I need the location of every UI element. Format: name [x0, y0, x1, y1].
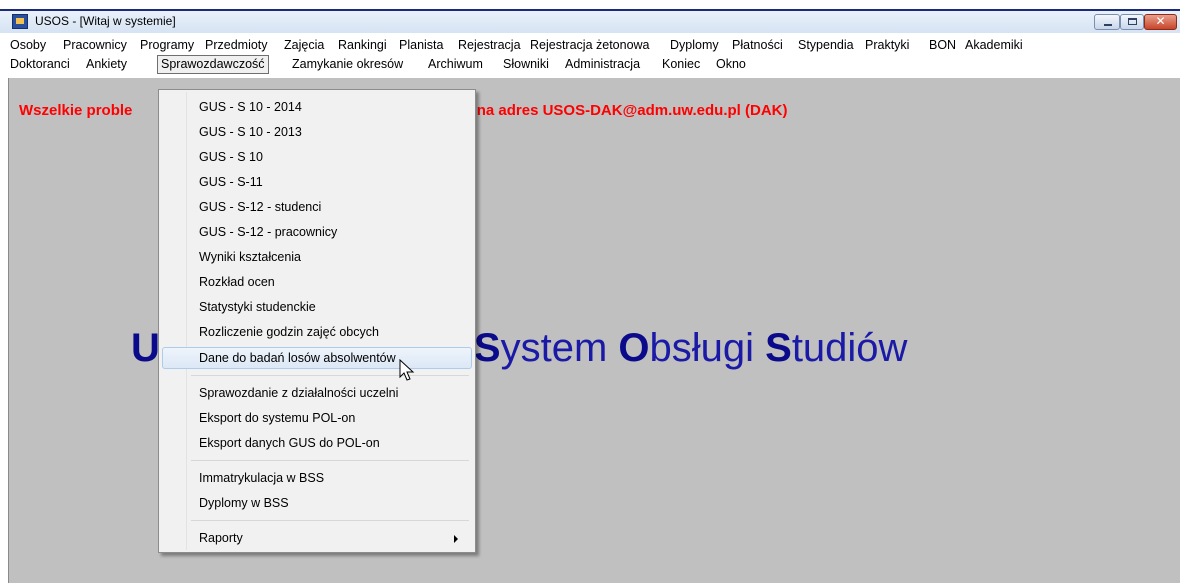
close-icon: ✕ — [1155, 14, 1166, 28]
menu-programy[interactable]: Programy — [137, 36, 197, 55]
minimize-icon — [1104, 24, 1112, 26]
menu-item-raporty-label: Raporty — [199, 531, 243, 545]
menu-administracja[interactable]: Administracja — [562, 55, 643, 74]
menu-item-raporty[interactable]: Raporty — [162, 527, 472, 549]
menu-item-sprawozdanie-dzialalnosci[interactable]: Sprawozdanie z działalności uczelni — [162, 382, 472, 404]
menu-rejestracja[interactable]: Rejestracja — [455, 36, 524, 55]
warning-text-right: zać na adres USOS-DAK@adm.uw.edu.pl (DAK… — [448, 102, 788, 119]
menu-planista[interactable]: Planista — [396, 36, 446, 55]
menu-okno[interactable]: Okno — [713, 55, 749, 74]
menu-item-gus-s10[interactable]: GUS - S 10 — [162, 146, 472, 168]
banner-part-1: ystem — [500, 326, 619, 370]
minimize-button[interactable] — [1094, 14, 1120, 30]
menu-ankiety[interactable]: Ankiety — [83, 55, 130, 74]
warning-text-left: Wszelkie proble — [19, 102, 133, 119]
menu-slowniki[interactable]: Słowniki — [500, 55, 552, 74]
menu-platnosci[interactable]: Płatności — [729, 36, 786, 55]
menu-zamykanie-okresow[interactable]: Zamykanie okresów — [289, 55, 406, 74]
maximize-icon — [1128, 18, 1137, 25]
menu-sprawozdawczosc[interactable]: Sprawozdawczość — [157, 55, 269, 74]
menu-praktyki[interactable]: Praktyki — [862, 36, 912, 55]
menu-rejestracja-zetonowa[interactable]: Rejestracja żetonowa — [527, 36, 653, 55]
menu-zajecia[interactable]: Zajęcia — [281, 36, 327, 55]
menu-archiwum[interactable]: Archiwum — [425, 55, 486, 74]
menu-item-rozklad-ocen[interactable]: Rozkład ocen — [162, 271, 472, 293]
menu-item-gus-s12-studenci[interactable]: GUS - S-12 - studenci — [162, 196, 472, 218]
menu-item-dyplomy-bss[interactable]: Dyplomy w BSS — [162, 492, 472, 514]
menu-pracownicy[interactable]: Pracownicy — [60, 36, 130, 55]
menu-przedmioty[interactable]: Przedmioty — [202, 36, 271, 55]
menu-koniec[interactable]: Koniec — [659, 55, 703, 74]
menu-doktoranci[interactable]: Doktoranci — [7, 55, 73, 74]
title-bar[interactable]: USOS - [Witaj w systemie] ✕ — [0, 11, 1180, 34]
menu-rankingi[interactable]: Rankingi — [335, 36, 390, 55]
menu-item-gus-s10-2014[interactable]: GUS - S 10 - 2014 — [162, 96, 472, 118]
close-button[interactable]: ✕ — [1144, 14, 1177, 30]
menu-dyplomy[interactable]: Dyplomy — [667, 36, 722, 55]
menu-akademiki[interactable]: Akademiki — [962, 36, 1026, 55]
banner-initial: U — [131, 326, 160, 370]
menu-item-gus-s11[interactable]: GUS - S-11 — [162, 171, 472, 193]
app-icon — [12, 14, 28, 29]
menu-item-gus-s10-2013[interactable]: GUS - S 10 - 2013 — [162, 121, 472, 143]
menu-item-statystyki-studenckie[interactable]: Statystyki studenckie — [162, 296, 472, 318]
menu-item-rozliczenie-godzin[interactable]: Rozliczenie godzin zajęć obcych — [162, 321, 472, 343]
banner-part-5: tudiów — [791, 326, 908, 370]
menu-separator — [191, 520, 469, 521]
submenu-arrow-icon — [454, 535, 458, 543]
banner-part-0: S — [473, 326, 501, 370]
menu-item-dane-losow-absolwentow[interactable]: Dane do badań losów absolwentów — [162, 347, 472, 369]
banner-part-3: bsługi — [649, 326, 766, 370]
menu-osoby[interactable]: Osoby — [7, 36, 49, 55]
mouse-pointer-icon — [399, 359, 415, 381]
top-strip — [0, 0, 1180, 11]
menu-stypendia[interactable]: Stypendia — [795, 36, 857, 55]
sprawozdawczosc-dropdown: GUS - S 10 - 2014 GUS - S 10 - 2013 GUS … — [158, 89, 476, 553]
menu-bon[interactable]: BON — [926, 36, 959, 55]
banner-part-2: O — [618, 326, 650, 370]
menu-separator — [191, 375, 469, 376]
menu-item-eksport-pol-on[interactable]: Eksport do systemu POL-on — [162, 407, 472, 429]
menu-bar: Osoby Pracownicy Programy Przedmioty Zaj… — [0, 33, 1180, 77]
banner-part-4: S — [765, 326, 792, 370]
menu-separator — [191, 460, 469, 461]
menu-item-gus-s12-pracownicy[interactable]: GUS - S-12 - pracownicy — [162, 221, 472, 243]
window-title: USOS - [Witaj w systemie] — [35, 14, 176, 28]
menu-item-immatrykulacja-bss[interactable]: Immatrykulacja w BSS — [162, 467, 472, 489]
menu-item-eksport-gus-pol-on[interactable]: Eksport danych GUS do POL-on — [162, 432, 472, 454]
maximize-button[interactable] — [1120, 14, 1144, 30]
menu-item-wyniki-ksztalcenia[interactable]: Wyniki kształcenia — [162, 246, 472, 268]
